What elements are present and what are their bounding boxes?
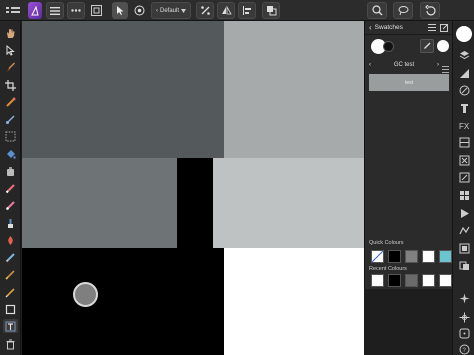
history-icon[interactable] (458, 136, 470, 148)
quick-colour-black[interactable] (388, 250, 401, 263)
text-icon[interactable] (3, 319, 18, 333)
swatches-panel: ‹ Swatches ‹ GC test › test Quick Colour… (364, 21, 452, 289)
current-color-indicator[interactable] (437, 40, 449, 52)
svg-text:?: ? (462, 348, 466, 354)
top-toolbar: ‹ Default (0, 0, 474, 21)
recent-colours-label: Recent Colours (369, 266, 407, 272)
view-mode-icon[interactable] (88, 2, 104, 19)
document-canvas[interactable] (22, 21, 364, 355)
black-block (22, 248, 224, 355)
lighter-gray-block (213, 158, 364, 248)
macro-icon[interactable] (458, 224, 470, 236)
pen-icon[interactable] (3, 285, 18, 299)
sharpen-icon[interactable] (3, 267, 18, 281)
context-label: Default (159, 7, 179, 14)
chevron-down-icon (180, 8, 186, 13)
paint-brush-icon[interactable] (3, 60, 18, 74)
trash-icon[interactable] (3, 337, 18, 351)
more-options-icon[interactable] (67, 2, 85, 19)
crop-icon[interactable] (3, 78, 18, 92)
palette-prev-icon[interactable]: ‹ (369, 62, 371, 68)
stock-icon[interactable] (458, 207, 470, 219)
effects-icon[interactable]: FX (458, 119, 470, 131)
quick-colour-none[interactable] (371, 250, 384, 263)
panel-detach-icon[interactable] (440, 23, 448, 32)
clone-icon[interactable] (3, 164, 18, 178)
quick-colour-white[interactable] (422, 250, 435, 263)
fill-stroke-selector[interactable] (371, 39, 395, 54)
context-dropdown[interactable]: ‹ Default (151, 2, 191, 19)
swatches-panel-header: ‹ Swatches (365, 21, 452, 35)
persona-icon[interactable] (131, 2, 147, 19)
dark-gray-block (22, 21, 224, 158)
swatches-title: Swatches (374, 24, 403, 31)
palette-selector[interactable]: ‹ GC test › (369, 59, 439, 70)
zoom-search-icon[interactable] (367, 2, 387, 19)
chevron-left-icon: ‹ (156, 7, 158, 14)
menu-icon[interactable] (46, 2, 64, 19)
channels-icon[interactable] (458, 84, 470, 96)
recent-colours-row (371, 274, 452, 287)
snapping-icon[interactable] (196, 2, 214, 19)
hand-icon[interactable] (3, 26, 18, 40)
layers-icon[interactable] (458, 49, 470, 61)
quick-colour-gray[interactable] (405, 250, 418, 263)
erase-brush-icon[interactable] (3, 181, 18, 195)
help-icon[interactable]: ? (458, 343, 470, 355)
recent-colour-gray[interactable] (405, 274, 418, 287)
color-studio-icon[interactable] (456, 26, 472, 42)
dodge-icon[interactable] (3, 233, 18, 247)
quick-colours-row (371, 250, 452, 263)
move-icon[interactable] (3, 43, 18, 57)
swatches-icon[interactable] (458, 292, 470, 304)
align-icon[interactable] (238, 2, 256, 19)
affinity-photo-logo-icon[interactable] (28, 2, 42, 19)
stroke-color-well[interactable] (383, 41, 394, 52)
arrange-icon[interactable] (262, 2, 280, 19)
documents-menu-icon[interactable] (3, 2, 23, 19)
swatch-tile-label: test (404, 79, 414, 86)
mid-gray-block (22, 158, 177, 248)
assets-icon[interactable] (458, 259, 470, 271)
burn-icon[interactable] (3, 216, 18, 230)
list-view-icon[interactable] (428, 24, 436, 31)
svg-text:FX: FX (459, 122, 470, 131)
histogram-icon[interactable] (458, 189, 470, 201)
quick-colour-cyan[interactable] (439, 250, 452, 263)
quick-colours-label: Quick Colours (369, 240, 404, 246)
pointer-tool-icon[interactable] (112, 2, 128, 19)
swatch-tile-test[interactable]: test (369, 74, 449, 91)
white-block (224, 248, 364, 355)
recent-colour-white-3[interactable] (439, 274, 452, 287)
selection-lasso-icon[interactable] (393, 2, 413, 19)
recent-colour-white-2[interactable] (422, 274, 435, 287)
recent-colour-white[interactable] (371, 274, 384, 287)
library-icon[interactable] (458, 242, 470, 254)
palette-name: GC test (393, 61, 415, 68)
flood-fill-icon[interactable] (3, 147, 18, 161)
context-menu-icon[interactable] (458, 327, 470, 339)
color-picker-loupe[interactable] (73, 282, 98, 307)
recent-colour-black[interactable] (388, 274, 401, 287)
blur-icon[interactable] (3, 250, 18, 264)
healing-icon[interactable] (3, 198, 18, 212)
brushes-icon[interactable] (458, 102, 470, 114)
marquee-icon[interactable] (3, 129, 18, 143)
selection-brush-icon[interactable] (3, 112, 18, 126)
studio-panel-bar: FX ? (452, 21, 474, 355)
tools-panel (0, 21, 21, 355)
adjustments-icon[interactable] (458, 67, 470, 79)
navigator-icon[interactable] (458, 154, 470, 166)
chevron-left-icon[interactable]: ‹ (369, 23, 372, 32)
eyedropper-icon[interactable] (3, 95, 18, 109)
black-block-upper (177, 158, 213, 248)
undo-icon[interactable] (420, 2, 440, 19)
rectangle-icon[interactable] (3, 302, 18, 316)
palette-next-icon[interactable]: › (437, 62, 439, 68)
light-gray-block (224, 21, 364, 158)
flip-horizontal-icon[interactable] (217, 2, 235, 19)
snapping-icon[interactable] (458, 311, 470, 323)
eyedropper-icon[interactable] (420, 39, 434, 53)
transform-icon[interactable] (458, 171, 470, 183)
